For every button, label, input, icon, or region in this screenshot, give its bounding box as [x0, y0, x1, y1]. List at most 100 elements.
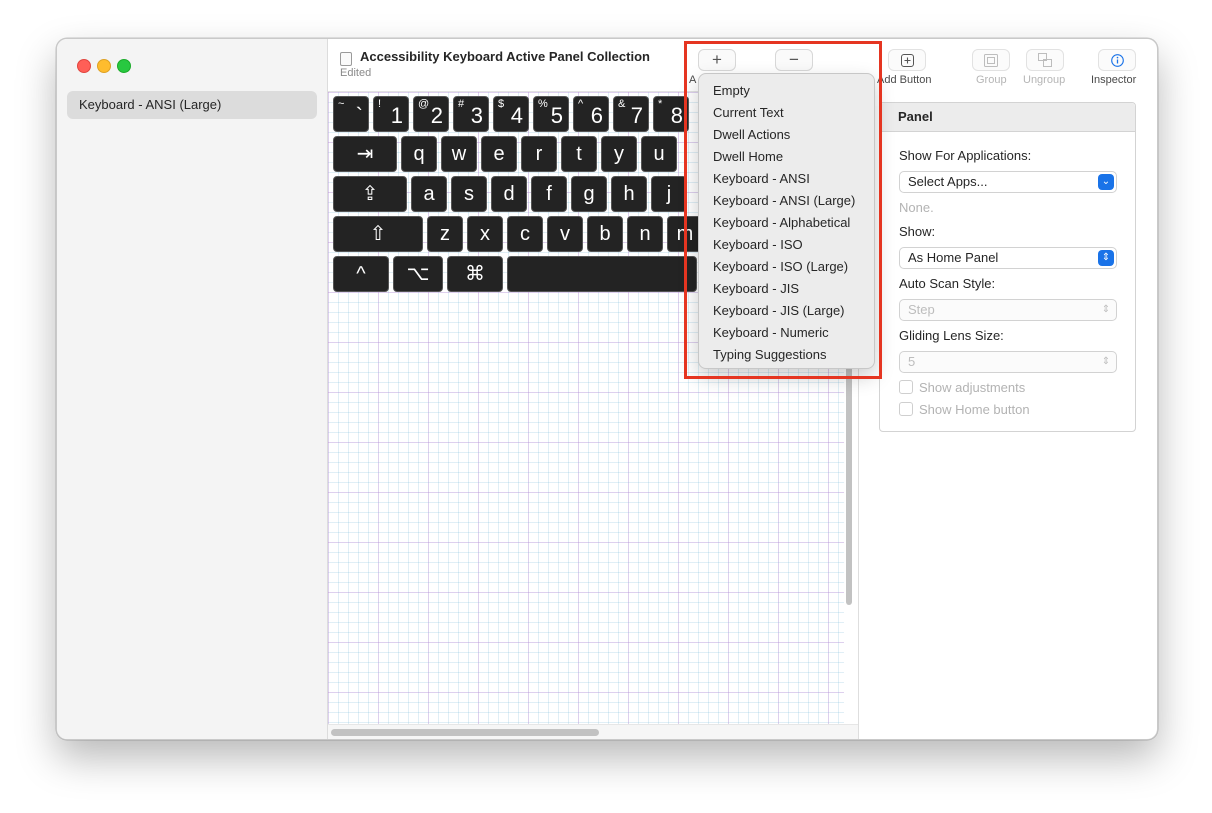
show-home-button-label: Show Home button — [919, 402, 1030, 417]
ungroup-label: Ungroup — [1023, 74, 1066, 86]
key-shift-label: & — [618, 98, 626, 110]
show-home-button-checkbox[interactable]: Show Home button — [899, 402, 1030, 417]
command-key[interactable]: ⌘ — [447, 256, 503, 292]
group-button[interactable] — [972, 49, 1010, 71]
lens-size-value: 5 — [908, 354, 916, 369]
add-button-icon[interactable] — [888, 49, 926, 71]
group-icon — [984, 53, 998, 67]
key[interactable]: y — [601, 136, 637, 172]
key-label: 1 — [390, 103, 403, 128]
control-key[interactable]: ^ — [333, 256, 389, 292]
add-button-label: Add Button — [877, 74, 932, 86]
key-label: ` — [355, 103, 363, 128]
key-label: 4 — [510, 103, 523, 128]
key[interactable]: ^ 6 — [573, 96, 609, 132]
inspector-button[interactable] — [1098, 49, 1136, 71]
key-label: 3 — [470, 103, 483, 128]
checkbox-box — [899, 402, 913, 416]
inspector-panel: Panel Show For Applications: Select Apps… — [879, 102, 1136, 432]
key[interactable]: h — [611, 176, 647, 212]
key-shift-label: ~ — [338, 98, 345, 110]
option-key[interactable]: ⌥ — [393, 256, 443, 292]
panel-header: Panel — [880, 103, 1135, 132]
key-label: 2 — [430, 103, 443, 128]
checkbox-box — [899, 380, 913, 394]
show-label: Show: — [899, 224, 936, 239]
key-shift-label: $ — [498, 98, 505, 110]
auto-scan-popup[interactable]: Step ⇕ — [899, 299, 1117, 321]
lens-size-popup[interactable]: 5 ⇕ — [899, 351, 1117, 373]
key[interactable]: r — [521, 136, 557, 172]
key-label: 7 — [630, 103, 643, 128]
key[interactable]: v — [547, 216, 583, 252]
key[interactable]: ~ ` — [333, 96, 369, 132]
sidebar-item-keyboard-ansi-large[interactable]: Keyboard - ANSI (Large) — [67, 91, 317, 119]
key[interactable]: #3 — [453, 96, 489, 132]
key[interactable]: g — [571, 176, 607, 212]
caps-lock-key[interactable]: ⇪ — [333, 176, 407, 212]
group-label: Group — [976, 74, 1007, 86]
show-value: As Home Panel — [908, 250, 999, 265]
lens-size-label: Gliding Lens Size: — [899, 328, 1004, 343]
key[interactable]: @2 — [413, 96, 449, 132]
show-adjustments-checkbox[interactable]: Show adjustments — [899, 380, 1025, 395]
key[interactable]: x — [467, 216, 503, 252]
window-subtitle: Edited — [340, 67, 372, 79]
show-popup[interactable]: As Home Panel ⇕ — [899, 247, 1117, 269]
space-key[interactable] — [507, 256, 697, 292]
zoom-window-button[interactable] — [117, 59, 131, 73]
key-shift-label: % — [538, 98, 548, 110]
key[interactable]: f — [531, 176, 567, 212]
key[interactable]: n — [627, 216, 663, 252]
key[interactable]: e — [481, 136, 517, 172]
show-for-apps-label: Show For Applications: — [899, 148, 1032, 163]
up-down-chevron-icon: ⇕ — [1101, 304, 1111, 315]
key[interactable]: ! 1 — [373, 96, 409, 132]
apps-none-text: None. — [899, 200, 934, 215]
tab-key[interactable]: ⇥ — [333, 136, 397, 172]
window-title: Accessibility Keyboard Active Panel Coll… — [360, 49, 650, 64]
info-icon — [1110, 53, 1124, 67]
key[interactable]: b — [587, 216, 623, 252]
ungroup-button[interactable] — [1026, 49, 1064, 71]
sidebar: Keyboard - ANSI (Large) — [57, 39, 328, 739]
key-shift-label: @ — [418, 98, 430, 110]
key[interactable]: c — [507, 216, 543, 252]
shift-key[interactable]: ⇧ — [333, 216, 423, 252]
key[interactable]: s — [451, 176, 487, 212]
horizontal-scrollbar[interactable] — [331, 729, 599, 736]
up-down-chevron-icon: ⇕ — [1098, 250, 1114, 266]
key-shift-label: ! — [378, 98, 382, 110]
key-shift-label: # — [458, 98, 465, 110]
chevron-down-icon: ⌄ — [1098, 174, 1114, 190]
app-window: Keyboard - ANSI (Large) Accessibility Ke… — [56, 38, 1158, 740]
ungroup-icon — [1038, 53, 1052, 67]
close-window-button[interactable] — [77, 59, 91, 73]
key[interactable]: j — [651, 176, 687, 212]
key[interactable]: z — [427, 216, 463, 252]
key[interactable]: % 5 — [533, 96, 569, 132]
up-down-chevron-icon: ⇕ — [1101, 356, 1111, 367]
inspector-label: Inspector — [1091, 74, 1137, 86]
key[interactable]: d — [491, 176, 527, 212]
select-apps-value: Select Apps... — [908, 174, 988, 189]
key[interactable]: & 7 — [613, 96, 649, 132]
key-label: 6 — [590, 103, 603, 128]
select-apps-popup[interactable]: Select Apps... ⌄ — [899, 171, 1117, 193]
highlight-box — [684, 41, 882, 379]
key[interactable]: $4 — [493, 96, 529, 132]
key[interactable]: q — [401, 136, 437, 172]
key-shift-label: ^ — [578, 98, 584, 110]
document-icon — [340, 52, 352, 66]
auto-scan-value: Step — [908, 302, 935, 317]
key[interactable]: w — [441, 136, 477, 172]
key-label: 5 — [550, 103, 563, 128]
show-adjustments-label: Show adjustments — [919, 380, 1026, 395]
key-shift-label: * — [658, 98, 663, 110]
key-label: 8 — [670, 103, 683, 128]
key[interactable]: t — [561, 136, 597, 172]
plus-square-icon — [900, 53, 914, 67]
minimize-window-button[interactable] — [97, 59, 111, 73]
key[interactable]: u — [641, 136, 677, 172]
key[interactable]: a — [411, 176, 447, 212]
